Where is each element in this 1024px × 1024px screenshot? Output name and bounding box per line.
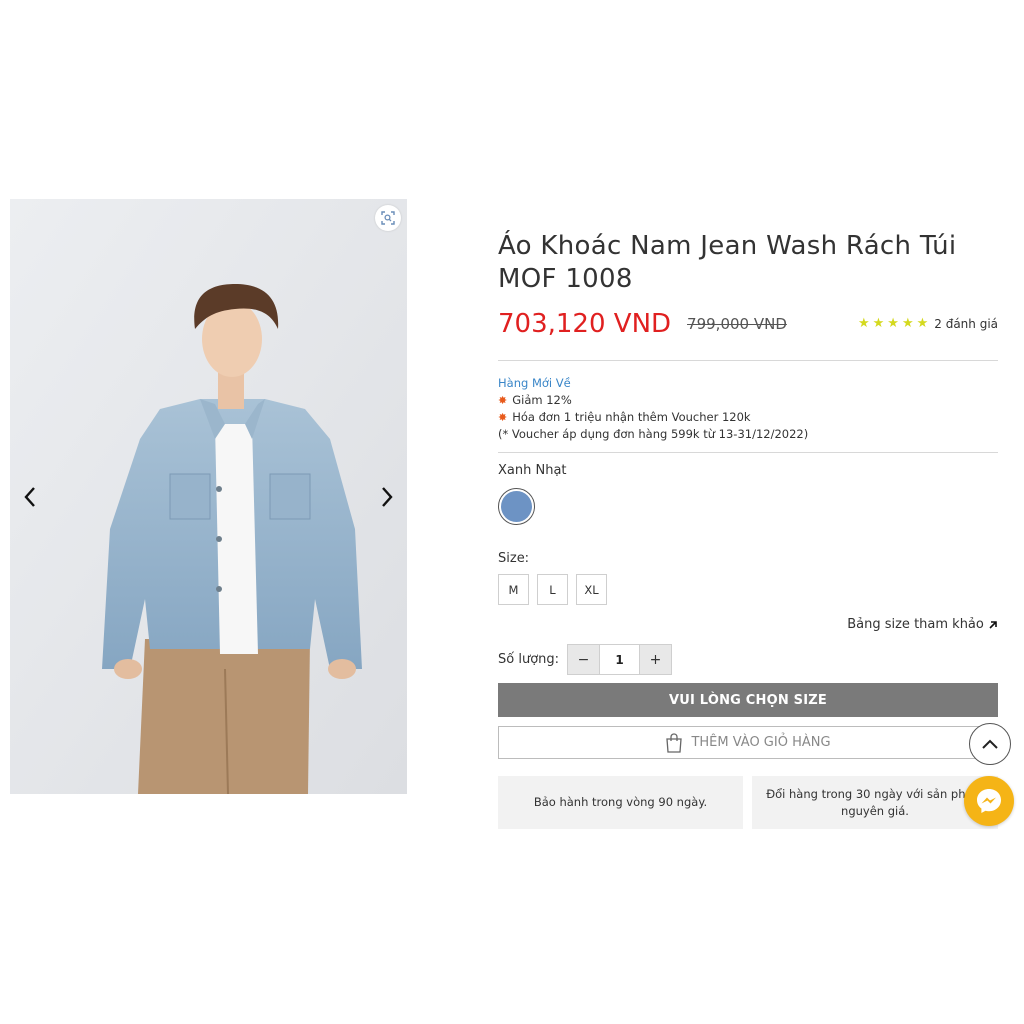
quantity-decrease-button[interactable]: −: [568, 645, 599, 674]
size-option-m[interactable]: M: [498, 574, 529, 605]
promo-note: (* Voucher áp dụng đơn hàng 599k từ 13-3…: [498, 427, 809, 441]
add-to-cart-label: THÊM VÀO GIỎ HÀNG: [691, 735, 831, 750]
zoom-icon: [381, 211, 395, 225]
promo-voucher-text: Hóa đơn 1 triệu nhận thêm Voucher 120k: [512, 410, 751, 424]
star-icon: ★: [857, 316, 870, 331]
add-to-cart-button[interactable]: THÊM VÀO GIỎ HÀNG: [498, 726, 998, 759]
size-option-l[interactable]: L: [537, 574, 568, 605]
zoom-button[interactable]: [375, 205, 401, 231]
promo-line: ✸ Giảm 12%: [498, 392, 998, 409]
review-count: 2 đánh giá: [934, 316, 998, 331]
burst-icon: ✸: [498, 394, 508, 407]
size-options: M L XL: [498, 574, 998, 605]
exchange-perk: Đổi hàng trong 30 ngày với sản phẩm nguy…: [752, 776, 998, 829]
divider: [498, 452, 998, 453]
product-title: Áo Khoác Nam Jean Wash Rách Túi MOF 1008: [498, 231, 957, 294]
next-image-button[interactable]: [375, 484, 399, 510]
chevron-left-icon: [24, 487, 35, 507]
price-row: 703,120 VND 799,000 VND ★ ★ ★ ★ ★ 2 đánh…: [498, 306, 998, 342]
quantity-label: Số lượng:: [498, 652, 560, 667]
sale-price: 703,120 VND: [498, 309, 672, 339]
size-label: Size:: [498, 551, 530, 566]
scroll-to-top-button[interactable]: [969, 723, 1011, 765]
star-icon: ★: [916, 316, 929, 331]
arrow-up-right-icon: [989, 620, 997, 629]
select-size-button[interactable]: VUI LÒNG CHỌN SIZE: [498, 683, 998, 717]
star-icon: ★: [887, 316, 899, 331]
size-option-xl[interactable]: XL: [576, 574, 607, 605]
promo-block: Hàng Mới Về ✸ Giảm 12% ✸ Hóa đơn 1 triệu n…: [498, 361, 998, 452]
messenger-chat-button[interactable]: [964, 776, 1014, 826]
product-info-panel: Áo Khoác Nam Jean Wash Rách Túi MOF 1008…: [498, 230, 998, 829]
size-guide-text: Bảng size tham khảo: [847, 617, 984, 632]
messenger-icon: [977, 789, 1001, 813]
new-arrival-tag: Hàng Mới Về: [498, 376, 571, 390]
color-swatch: [501, 491, 532, 522]
color-label: Xanh Nhạt: [498, 463, 567, 478]
star-icon: ★: [872, 316, 885, 331]
quantity-row: Số lượng: − +: [498, 644, 998, 675]
previous-image-button[interactable]: [18, 484, 42, 510]
star-icon: ★: [901, 316, 914, 331]
perks: Bảo hành trong vòng 90 ngày. Đổi hàng tr…: [498, 776, 998, 829]
original-price: 799,000 VND: [687, 315, 787, 333]
size-guide-link[interactable]: Bảng size tham khảo: [498, 617, 998, 632]
chevron-right-icon: [382, 487, 393, 507]
color-swatch-selected[interactable]: [498, 488, 535, 525]
quantity-input[interactable]: [599, 645, 640, 674]
shopping-bag-icon: [666, 732, 683, 753]
quantity-stepper: − +: [567, 644, 672, 675]
promo-line: ✸ Hóa đơn 1 triệu nhận thêm Voucher 120k: [498, 409, 998, 426]
rating[interactable]: ★ ★ ★ ★ ★ 2 đánh giá: [858, 316, 998, 331]
chevron-up-icon: [982, 739, 998, 749]
product-photo: [10, 199, 407, 794]
burst-icon: ✸: [498, 411, 508, 424]
warranty-perk: Bảo hành trong vòng 90 ngày.: [498, 776, 743, 829]
promo-discount-text: Giảm 12%: [512, 393, 572, 407]
quantity-increase-button[interactable]: +: [640, 645, 671, 674]
product-image-gallery[interactable]: [10, 199, 407, 794]
